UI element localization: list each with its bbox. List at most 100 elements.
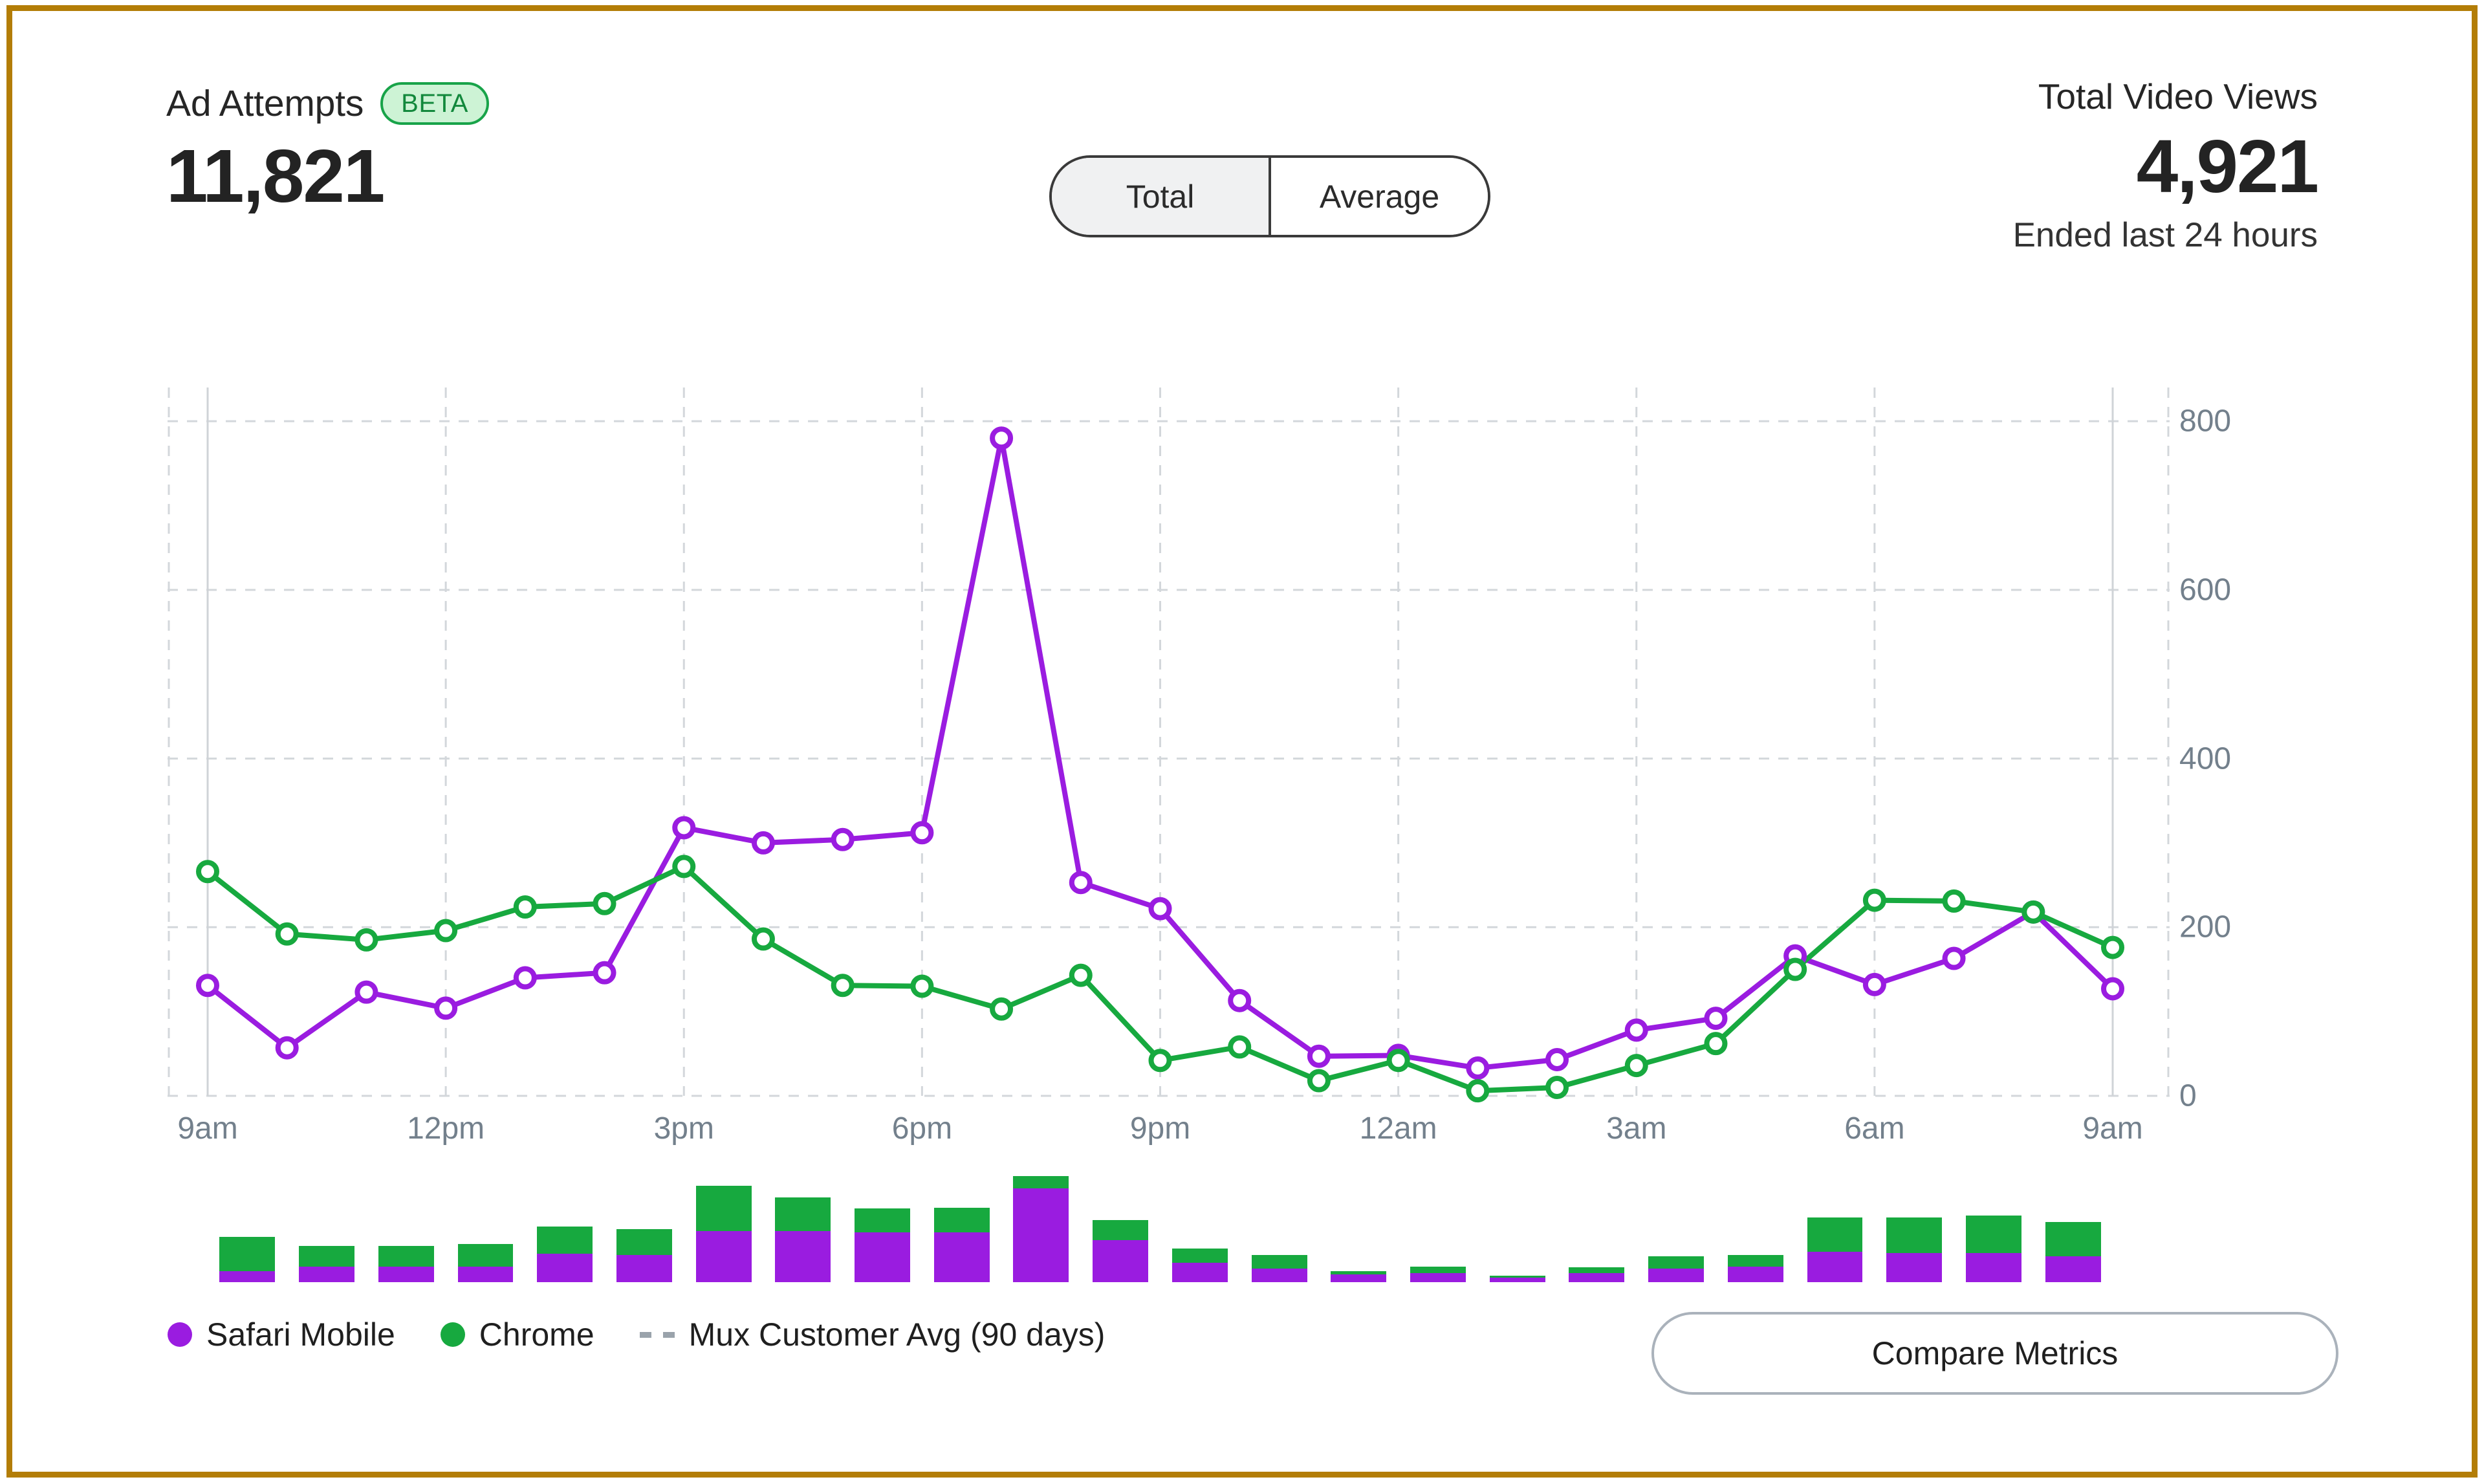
volume-bar[interactable] — [458, 1169, 514, 1282]
volume-bar-segment-chrome — [1728, 1255, 1783, 1267]
volume-bar-segment-chrome — [1172, 1249, 1228, 1263]
ad-attempts-metric: Ad Attempts BETA 11,821 — [166, 79, 942, 216]
volume-bar[interactable] — [775, 1169, 831, 1282]
volume-bar-segment-safari-mobile — [299, 1267, 354, 1283]
volume-bar[interactable] — [1886, 1169, 1942, 1282]
volume-bar-segment-safari-mobile — [934, 1232, 990, 1282]
volume-bar[interactable] — [1569, 1169, 1624, 1282]
x-axis-tick-label: 3am — [1606, 1111, 1666, 1146]
volume-bar[interactable] — [1648, 1169, 1704, 1282]
volume-bar-segment-safari-mobile — [1490, 1278, 1545, 1282]
volume-bar-segment-chrome — [1093, 1220, 1148, 1241]
volume-bar-segment-chrome — [1013, 1176, 1069, 1188]
volume-bar-segment-safari-mobile — [775, 1231, 831, 1282]
volume-bar[interactable] — [1093, 1169, 1148, 1282]
total-video-views-metric: Total Video Views 4,921 Ended last 24 ho… — [2013, 79, 2318, 255]
volume-bar[interactable] — [1410, 1169, 1466, 1282]
volume-bar-segment-chrome — [1252, 1255, 1307, 1269]
volume-bar[interactable] — [1252, 1169, 1307, 1282]
volume-bar[interactable] — [219, 1169, 275, 1282]
dashed-line-icon — [640, 1332, 675, 1338]
volume-bar[interactable] — [537, 1169, 593, 1282]
volume-bar-segment-chrome — [537, 1227, 593, 1254]
x-axis-tick-label: 9am — [2082, 1111, 2142, 1146]
x-axis-tick-label: 12pm — [407, 1111, 485, 1146]
volume-bar-segment-chrome — [696, 1186, 752, 1231]
y-axis-tick-label: 400 — [2179, 741, 2231, 776]
total-video-views-label: Total Video Views — [2013, 79, 2318, 115]
toggle-option-average[interactable]: Average — [1271, 158, 1488, 235]
volume-bar-segment-safari-mobile — [616, 1255, 672, 1282]
volume-bar-segment-chrome — [2045, 1222, 2101, 1256]
volume-bar[interactable] — [855, 1169, 910, 1282]
legend-label-safari-mobile: Safari Mobile — [206, 1316, 395, 1353]
volume-bar[interactable] — [2045, 1169, 2101, 1282]
volume-bar[interactable] — [1013, 1169, 1069, 1282]
legend-item-safari-mobile[interactable]: Safari Mobile — [168, 1316, 395, 1353]
volume-bar-segment-chrome — [1569, 1267, 1624, 1273]
volume-bar-segment-chrome — [775, 1197, 831, 1232]
volume-bar-segment-safari-mobile — [1331, 1274, 1386, 1282]
volume-bar-segment-safari-mobile — [1569, 1273, 1624, 1282]
volume-bar-segment-chrome — [219, 1237, 275, 1271]
volume-bar[interactable] — [1331, 1169, 1386, 1282]
volume-bar-segment-safari-mobile — [219, 1271, 275, 1283]
x-axis-tick-label: 9pm — [1130, 1111, 1190, 1146]
volume-bar[interactable] — [1490, 1169, 1545, 1282]
volume-bar-segment-safari-mobile — [1886, 1253, 1942, 1283]
volume-bar-segment-safari-mobile — [1093, 1240, 1148, 1282]
y-axis-tick-label: 800 — [2179, 404, 2231, 439]
volume-bar-segment-safari-mobile — [855, 1232, 910, 1282]
volume-bar[interactable] — [934, 1169, 990, 1282]
y-axis-tick-label: 200 — [2179, 910, 2231, 945]
volume-bar-strip[interactable] — [168, 1169, 2170, 1282]
legend-label-chrome: Chrome — [479, 1316, 594, 1353]
legend-item-chrome[interactable]: Chrome — [441, 1316, 594, 1353]
volume-bar-segment-chrome — [299, 1246, 354, 1267]
volume-bar[interactable] — [1172, 1169, 1228, 1282]
x-axis-tick-label: 3pm — [654, 1111, 714, 1146]
chart-legend: Safari Mobile Chrome Mux Customer Avg (9… — [168, 1311, 1150, 1358]
panel-body: Ad Attempts BETA 11,821 Total Average To… — [12, 11, 2472, 1472]
volume-bar-segment-safari-mobile — [1728, 1267, 1783, 1283]
volume-bar-segment-chrome — [855, 1208, 910, 1232]
volume-bar-segment-safari-mobile — [537, 1254, 593, 1282]
analytics-panel: Ad Attempts BETA 11,821 Total Average To… — [0, 0, 2484, 1484]
legend-label-mux-customer-avg: Mux Customer Avg (90 days) — [689, 1316, 1106, 1353]
volume-bar-segment-safari-mobile — [1172, 1263, 1228, 1282]
volume-bar-segment-chrome — [1807, 1217, 1863, 1252]
compare-metrics-button[interactable]: Compare Metrics — [1651, 1312, 2338, 1395]
legend-dot-icon — [168, 1322, 192, 1347]
volume-bar[interactable] — [1966, 1169, 2021, 1282]
volume-bar-segment-safari-mobile — [1807, 1252, 1863, 1282]
volume-bar-segment-chrome — [458, 1244, 514, 1267]
volume-bar[interactable] — [696, 1169, 752, 1282]
volume-bar-segment-chrome — [616, 1229, 672, 1255]
volume-bar[interactable] — [299, 1169, 354, 1282]
volume-bar-segment-chrome — [1886, 1217, 1942, 1252]
x-axis-tick-label: 6pm — [892, 1111, 952, 1146]
volume-bar[interactable] — [616, 1169, 672, 1282]
legend-dot-icon — [441, 1322, 465, 1347]
y-axis-tick-label: 600 — [2179, 572, 2231, 607]
x-axis-tick-label: 6am — [1844, 1111, 1904, 1146]
legend-item-mux-customer-avg[interactable]: Mux Customer Avg (90 days) — [640, 1316, 1106, 1353]
panel-frame: Ad Attempts BETA 11,821 Total Average To… — [6, 5, 2478, 1478]
volume-bar-segment-safari-mobile — [458, 1267, 514, 1283]
toggle-option-total[interactable]: Total — [1052, 158, 1271, 235]
volume-bar-segment-chrome — [1648, 1256, 1704, 1269]
volume-bar[interactable] — [1807, 1169, 1863, 1282]
line-chart[interactable] — [168, 387, 2170, 1096]
x-axis-tick-label: 9am — [177, 1111, 237, 1146]
beta-badge: BETA — [380, 82, 489, 125]
volume-bar-segment-chrome — [1966, 1216, 2021, 1253]
line-chart-canvas — [168, 387, 2170, 1096]
volume-bar[interactable] — [1728, 1169, 1783, 1282]
volume-bar[interactable] — [378, 1169, 434, 1282]
volume-bar-segment-chrome — [1410, 1267, 1466, 1274]
volume-bar-segment-safari-mobile — [1648, 1269, 1704, 1282]
total-video-views-subtitle: Ended last 24 hours — [2013, 215, 2318, 255]
total-average-toggle[interactable]: Total Average — [1049, 155, 1490, 237]
volume-bar-segment-safari-mobile — [696, 1231, 752, 1282]
y-axis-tick-label: 0 — [2179, 1078, 2197, 1114]
